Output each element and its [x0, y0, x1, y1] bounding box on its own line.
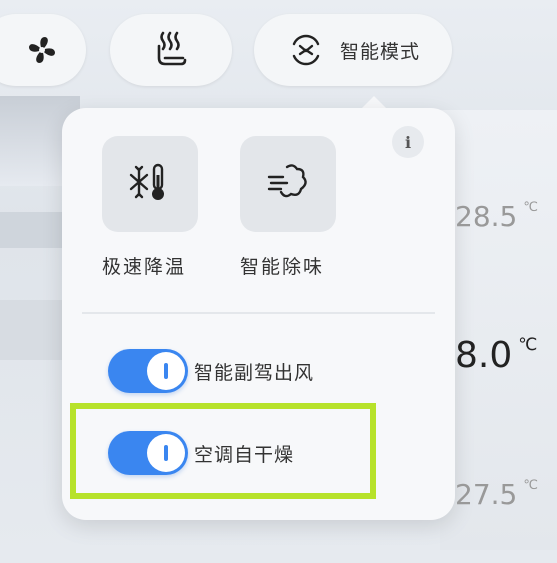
smart-mode-icon [286, 30, 326, 70]
highlight-box [70, 403, 376, 499]
info-button[interactable]: i [392, 126, 424, 158]
temperature-upper-value: 28.5 [455, 200, 518, 233]
odor-removal-button[interactable] [240, 136, 336, 232]
temperature-unit: ℃ [518, 335, 538, 355]
temperature-current[interactable]: 8.0 ℃ [455, 335, 537, 376]
fan-icon [22, 30, 62, 70]
rapid-cooling-button[interactable] [102, 136, 198, 232]
smart-mode-label: 智能模式 [339, 40, 420, 63]
rapid-cooling-label: 极速降温 [102, 256, 187, 278]
thermometer-snowflake-icon [127, 159, 173, 209]
temperature-unit: ℃ [523, 478, 538, 493]
passenger-airflow-label: 智能副驾出风 [194, 361, 315, 384]
toggle-knob [147, 352, 185, 390]
passenger-airflow-row: 智能副驾出风 [108, 346, 314, 396]
temperature-lower: 27.5 ℃ [455, 478, 538, 511]
temperature-unit: ℃ [523, 200, 538, 215]
temperature-current-value: 8.0 [455, 335, 513, 376]
odor-removal-icon [265, 159, 311, 209]
smart-mode-button[interactable]: 智能模式 [254, 14, 452, 86]
temperature-lower-value: 27.5 [455, 478, 518, 511]
seat-heat-icon [151, 30, 191, 70]
seat-heat-button[interactable] [110, 14, 232, 86]
fan-button[interactable] [0, 14, 86, 86]
temperature-upper: 28.5 ℃ [455, 200, 538, 233]
passenger-airflow-toggle[interactable] [108, 349, 188, 393]
divider [82, 312, 435, 314]
odor-removal-label: 智能除味 [240, 256, 325, 278]
